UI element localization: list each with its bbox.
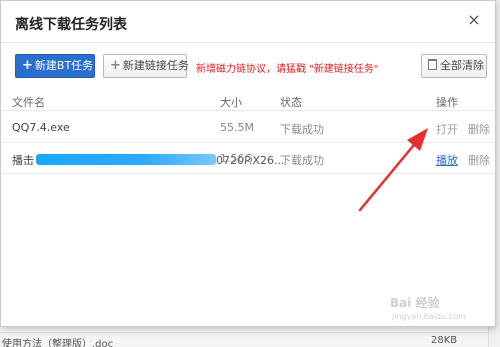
file-size: 1.56G — [220, 152, 254, 165]
toolbar: + 新建BT任务 + 新建链接任务 新增磁力链协议，请猛戳 "新建链接任务" 全部清… — [1, 44, 495, 88]
table-row: 播击 0720P.X26... 1.56G 下载成功 播放 删除 — [1, 143, 495, 174]
file-status: 下载成功 — [280, 154, 324, 167]
file-status: 下载成功 — [280, 123, 324, 136]
new-bt-task-label: 新建BT任务 — [34, 59, 94, 72]
plus-icon: + — [110, 58, 121, 73]
new-link-task-label: 新建链接任务 — [122, 59, 189, 72]
dialog-title: 离线下载任务列表 — [15, 17, 127, 33]
play-link[interactable]: 播放 — [436, 154, 458, 167]
delete-link[interactable]: 删除 — [468, 154, 490, 167]
clear-all-button[interactable]: 全部清除 — [421, 54, 487, 78]
watermark-url: jingyan.baidu.com — [392, 312, 466, 321]
trash-icon — [428, 59, 437, 70]
header-size: 大小 — [220, 96, 242, 109]
table-row: QQ7.4.exe 55.5M 下载成功 打开 删除 — [1, 112, 495, 143]
header-ops: 操作 — [436, 96, 458, 109]
watermark: Bai 经验 — [390, 296, 440, 310]
row-actions: 播放 删除 — [436, 152, 500, 168]
background-file-size: 28KB — [431, 335, 458, 346]
table-header: 文件名 大小 状态 操作 — [1, 89, 495, 111]
redaction-mark — [36, 154, 216, 165]
dialog-header: 离线下载任务列表 × — [1, 1, 495, 43]
magnet-hint: 新增磁力链协议，请猛戳 "新建链接任务" — [196, 64, 379, 75]
header-status: 状态 — [280, 96, 302, 109]
plus-icon: + — [22, 58, 33, 73]
delete-link[interactable]: 删除 — [468, 123, 490, 136]
new-link-task-button[interactable]: + 新建链接任务 — [103, 54, 189, 78]
offline-download-dialog: 离线下载任务列表 × + 新建BT任务 + 新建链接任务 新增磁力链协议，请猛戳 "… — [0, 0, 496, 327]
background-file-name: 使用方法（整理版）.doc — [2, 339, 114, 347]
close-icon[interactable]: × — [465, 11, 483, 29]
file-size: 55.5M — [220, 121, 254, 134]
row-actions: 打开 删除 — [436, 121, 500, 137]
clear-all-label: 全部清除 — [440, 59, 484, 72]
file-name: QQ7.4.exe — [12, 121, 70, 134]
open-link[interactable]: 打开 — [436, 123, 458, 136]
header-filename: 文件名 — [12, 96, 45, 109]
new-bt-task-button[interactable]: + 新建BT任务 — [15, 54, 95, 78]
file-name-prefix: 播击 — [12, 154, 34, 167]
